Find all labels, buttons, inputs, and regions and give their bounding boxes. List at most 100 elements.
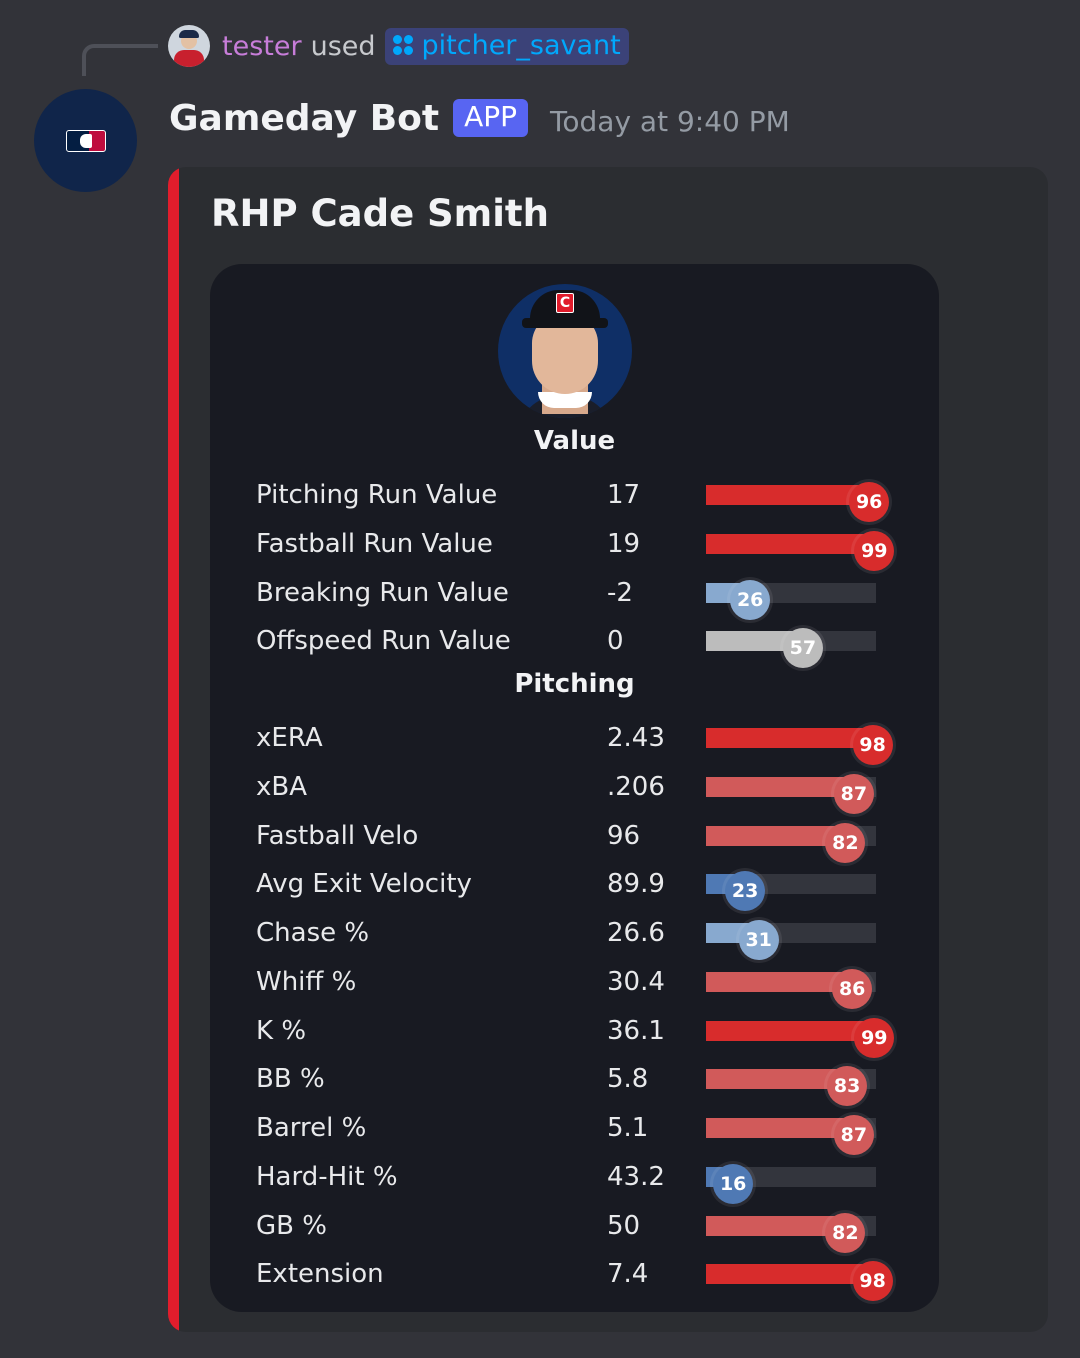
stat-row: Chase % 26.6 31 (210, 913, 939, 960)
stat-row: Breaking Run Value -2 26 (210, 573, 939, 620)
percentile-bar: 23 (706, 871, 876, 912)
percentile-bar: 87 (706, 1115, 876, 1155)
stat-label: xERA (256, 723, 323, 753)
percentile-badge: 87 (833, 773, 874, 814)
percentile-badge: 87 (833, 1115, 874, 1155)
percentile-bar: 82 (706, 1212, 876, 1253)
stat-row: Barrel % 5.1 87 (210, 1108, 939, 1155)
stat-value: 2.43 (607, 723, 665, 753)
stat-value: 96 (607, 820, 641, 851)
command-name: pitcher_savant (421, 29, 621, 61)
percentile-badge: 16 (713, 1163, 754, 1204)
percentile-bar: 82 (706, 822, 876, 863)
percentile-bar: 86 (706, 968, 876, 1009)
player-headshot: C (498, 284, 632, 418)
percentile-badge: 86 (832, 968, 873, 1009)
stat-label: Pitching Run Value (256, 480, 498, 510)
percentile-bar: 98 (706, 1261, 893, 1302)
stat-value: 30.4 (607, 966, 665, 997)
stat-label: Extension (256, 1259, 384, 1290)
percentile-badge: 82 (825, 1212, 866, 1253)
percentile-badge: 98 (852, 1261, 893, 1302)
percentile-bar: 96 (706, 482, 890, 522)
reply-username[interactable]: tester (222, 31, 302, 62)
bot-name[interactable]: Gameday Bot (169, 98, 439, 139)
message-header: Gameday Bot APP Today at 9:40 PM (169, 92, 790, 144)
percentile-bar: 26 (706, 579, 876, 620)
percentile-bar-fill (706, 1020, 875, 1041)
stat-value: 50 (607, 1210, 641, 1241)
percentile-bar: 57 (706, 628, 876, 669)
percentile-badge: 99 (854, 1017, 895, 1058)
percentile-badge: 96 (849, 482, 890, 522)
percentile-bar: 98 (706, 725, 893, 765)
stat-value: 17 (607, 480, 641, 510)
reply-context[interactable]: tester used pitcher_savant (168, 24, 629, 68)
bot-avatar[interactable] (34, 89, 137, 192)
app-badge: APP (453, 99, 529, 137)
percentile-badge: 82 (825, 822, 866, 863)
percentile-bar-fill (706, 533, 875, 554)
stat-value: 5.8 (607, 1064, 649, 1095)
stat-row: Hard-Hit % 43.2 16 (210, 1157, 939, 1204)
stat-label: Offspeed Run Value (256, 626, 511, 657)
stat-value: 5.1 (607, 1113, 649, 1143)
stat-row: Extension 7.4 98 (210, 1254, 939, 1302)
command-mention[interactable]: pitcher_savant (384, 27, 629, 65)
stat-row: Offspeed Run Value 0 57 (210, 621, 939, 669)
percentile-badge: 31 (738, 920, 779, 960)
stat-label: GB % (256, 1210, 327, 1241)
reply-user-avatar[interactable] (168, 25, 210, 67)
stat-label: Whiff % (256, 966, 357, 997)
percentile-badge: 26 (730, 579, 771, 620)
stat-value: 89.9 (607, 869, 665, 900)
stat-row: Fastball Run Value 19 99 (210, 524, 939, 571)
stat-label: Chase % (256, 918, 370, 948)
stat-row: GB % 50 82 (210, 1206, 939, 1253)
percentile-badge: 57 (782, 628, 823, 669)
mlb-logo-icon (65, 129, 106, 152)
percentile-badge: 83 (827, 1066, 868, 1107)
embed-accent-bar (168, 167, 179, 1332)
slash-command-icon (392, 35, 413, 55)
stat-value: 26.6 (607, 918, 665, 948)
percentile-bar: 83 (706, 1066, 876, 1107)
section-title: Pitching (514, 669, 635, 699)
percentile-badge: 99 (854, 530, 895, 571)
section-title: Value (533, 426, 616, 456)
reply-action: used (310, 30, 376, 62)
percentile-bar: 99 (706, 1017, 895, 1058)
embed-title: RHP Cade Smith (211, 192, 549, 235)
team-logo-icon: C (556, 293, 574, 313)
percentile-bar: 87 (706, 773, 876, 814)
message-timestamp[interactable]: Today at 9:40 PM (550, 105, 790, 138)
percentile-bar: 31 (706, 920, 876, 960)
stat-value: 7.4 (607, 1259, 649, 1290)
stats-card[interactable]: C Value Pitching Run Value 17 96 Fastball Ru… (210, 264, 939, 1312)
stat-row: Avg Exit Velocity 89.9 23 (210, 864, 939, 912)
stat-label: Barrel % (256, 1113, 367, 1143)
stat-value: .206 (607, 771, 665, 802)
stat-value: 0 (607, 626, 624, 657)
stat-label: Avg Exit Velocity (256, 869, 472, 900)
stat-row: xBA .206 87 (210, 767, 939, 814)
stat-value: 43.2 (607, 1161, 665, 1192)
stat-row: Pitching Run Value 17 96 (210, 475, 939, 522)
percentile-bar-fill (706, 971, 853, 992)
reply-connector (82, 44, 158, 76)
stat-value: 36.1 (607, 1015, 665, 1046)
percentile-bar-fill (706, 776, 854, 797)
stat-label: K % (256, 1015, 307, 1046)
percentile-bar: 99 (706, 530, 895, 571)
stat-label: xBA (256, 771, 308, 802)
percentile-bar: 16 (706, 1163, 876, 1204)
percentile-bar-fill (706, 1118, 854, 1138)
stat-row: xERA 2.43 98 (210, 718, 939, 765)
stat-row: Fastball Velo 96 82 (210, 816, 939, 863)
percentile-bar-fill (706, 1264, 873, 1285)
stat-row: Whiff % 30.4 86 (210, 962, 939, 1009)
stat-row: K % 36.1 99 (210, 1011, 939, 1058)
stat-label: Fastball Run Value (256, 528, 493, 559)
stat-label: Fastball Velo (256, 820, 419, 851)
stat-value: 19 (607, 528, 641, 559)
